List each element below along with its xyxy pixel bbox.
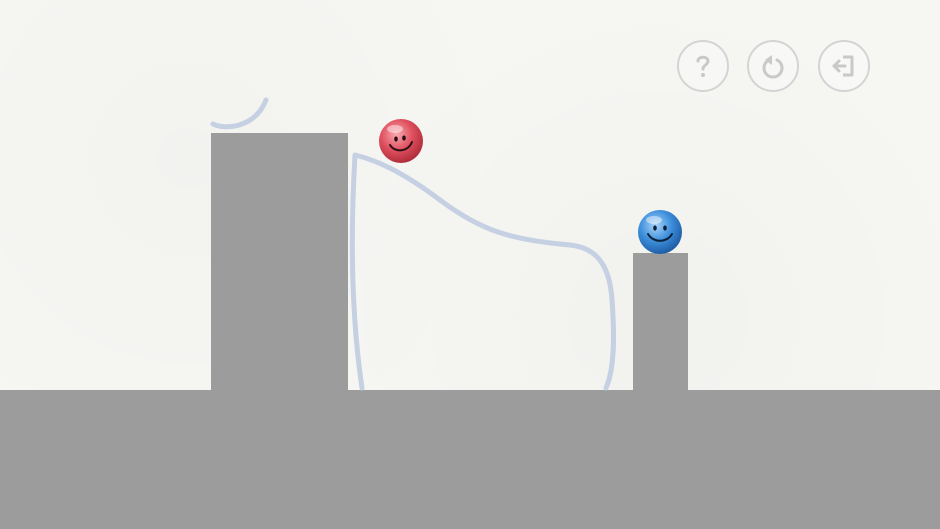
restart-button[interactable] [747,40,799,92]
red-ball [378,118,424,164]
restart-icon [762,55,784,79]
exit-button[interactable] [818,40,870,92]
exit-icon [832,55,854,77]
drawn-lines-layer [210,97,617,391]
question-icon [696,55,710,77]
drawn-stroke-hook [210,97,269,130]
drawn-stroke-ramp [349,152,617,391]
blue-ball-body [638,210,682,254]
help-button[interactable] [677,40,729,92]
red-ball-body [379,119,423,163]
blue-ball [637,209,683,255]
